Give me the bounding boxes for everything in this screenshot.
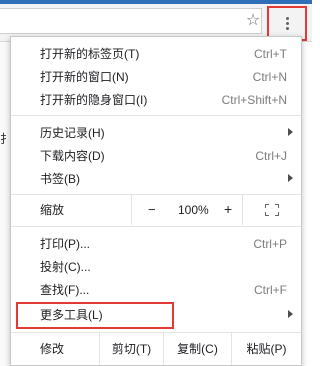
zoom-divider	[242, 195, 243, 225]
page-partial-text: 扌	[0, 132, 13, 146]
menu-item-bookmarks[interactable]: 书签(B)	[11, 168, 301, 190]
menu-item-label: 打开新的隐身窗口(I)	[40, 93, 148, 107]
menu-item-print[interactable]: 打印(P)... Ctrl+P	[11, 233, 301, 255]
cut-button[interactable]: 剪切(T)	[99, 333, 163, 365]
paste-button[interactable]: 粘贴(P)	[231, 333, 301, 365]
menu-item-new-incognito-window[interactable]: 打开新的隐身窗口(I) Ctrl+Shift+N	[11, 89, 301, 111]
star-icon[interactable]: ☆	[244, 12, 262, 30]
window-title-strip	[0, 0, 312, 4]
menu-item-downloads[interactable]: 下载内容(D) Ctrl+J	[11, 145, 301, 167]
menu-item-shortcut: Ctrl+T	[254, 47, 287, 61]
address-bar[interactable]	[0, 8, 262, 34]
menu-item-shortcut: Ctrl+F	[254, 283, 287, 297]
copy-button[interactable]: 复制(C)	[163, 333, 231, 365]
menu-item-label: 投射(C)...	[40, 260, 91, 274]
menu-item-label: 书签(B)	[40, 172, 80, 186]
menu-item-shortcut: Ctrl+P	[253, 237, 287, 251]
menu-item-cast[interactable]: 投射(C)...	[11, 256, 301, 278]
menu-item-label: 下载内容(D)	[40, 149, 105, 163]
zoom-in-button[interactable]: +	[224, 201, 232, 217]
submenu-arrow-icon	[288, 174, 293, 182]
menu-item-new-window[interactable]: 打开新的窗口(N) Ctrl+N	[11, 66, 301, 88]
zoom-controls: − 100% +	[131, 195, 301, 225]
menu-item-history[interactable]: 历史记录(H)	[11, 122, 301, 144]
menu-item-label: 打开新的标签页(T)	[40, 47, 140, 61]
zoom-label: 缩放	[40, 203, 65, 217]
menu-item-label: 查找(F)...	[40, 283, 90, 297]
menu-item-shortcut: Ctrl+N	[252, 70, 287, 84]
menu-divider	[11, 115, 301, 116]
more-tools-highlight	[16, 302, 174, 329]
menu-item-label: 打印(P)...	[40, 237, 90, 251]
submenu-arrow-icon	[288, 128, 293, 136]
page-content: 扌	[0, 42, 13, 366]
menu-edit-row: 修改 剪切(T) 复制(C) 粘贴(P)	[11, 333, 301, 365]
menu-item-shortcut: Ctrl+J	[255, 149, 287, 163]
edit-label: 修改	[40, 342, 65, 356]
zoom-out-button[interactable]: −	[148, 202, 156, 218]
kebab-menu-icon[interactable]	[282, 15, 292, 33]
fullscreen-icon[interactable]	[265, 204, 279, 216]
menu-item-label: 打开新的窗口(N)	[40, 70, 129, 84]
menu-zoom-row: 缩放 − 100% +	[11, 195, 301, 225]
menu-item-shortcut: Ctrl+Shift+N	[221, 93, 287, 107]
zoom-level: 100%	[178, 203, 209, 217]
submenu-arrow-icon	[288, 310, 293, 318]
menu-item-find[interactable]: 查找(F)... Ctrl+F	[11, 279, 301, 301]
menu-divider	[11, 226, 301, 227]
menu-item-new-tab[interactable]: 打开新的标签页(T) Ctrl+T	[11, 43, 301, 65]
browser-main-menu: 打开新的标签页(T) Ctrl+T 打开新的窗口(N) Ctrl+N 打开新的隐…	[10, 36, 302, 366]
menu-item-label: 历史记录(H)	[40, 126, 105, 140]
